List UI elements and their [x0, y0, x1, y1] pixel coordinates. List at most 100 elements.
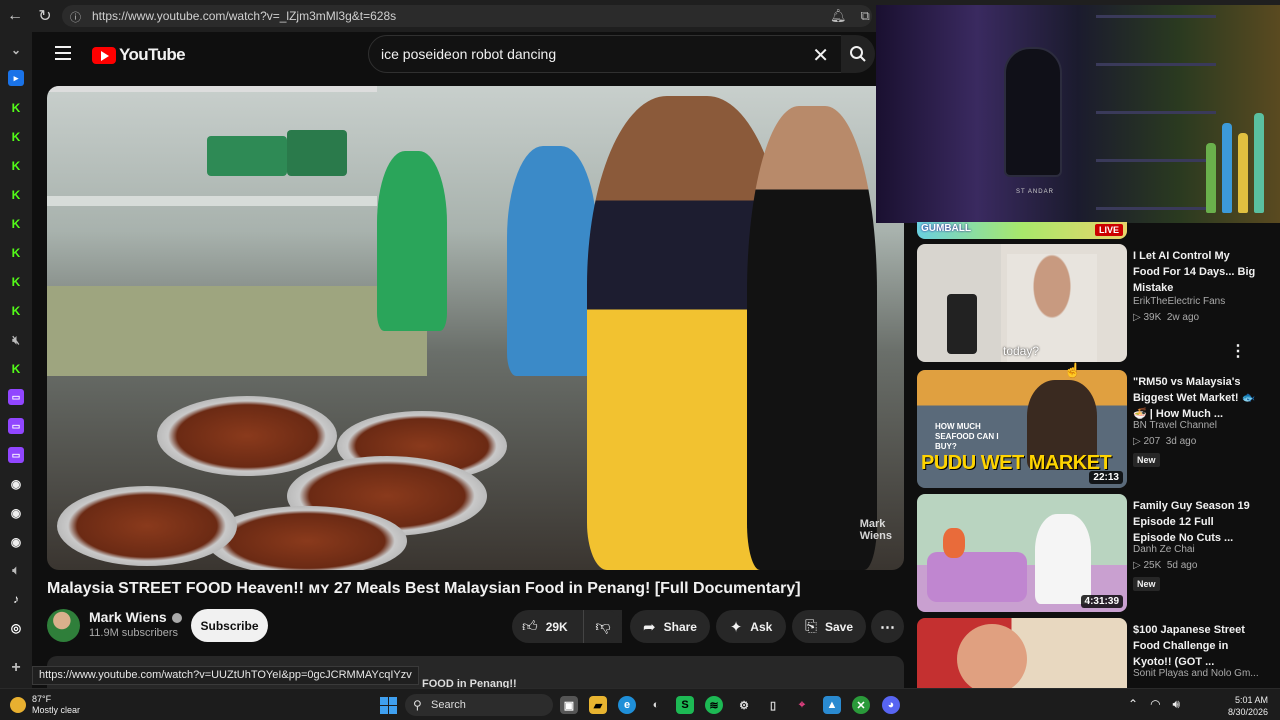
kick-icon[interactable]: K: [8, 245, 24, 261]
bell-icon[interactable]: 🔔︎: [830, 8, 847, 24]
rumble-icon[interactable]: ◉: [8, 505, 24, 521]
muted-speaker-icon[interactable]: 🔇︎: [8, 332, 24, 348]
search-input[interactable]: ice poseideon robot dancing ✕: [368, 35, 848, 73]
reload-icon[interactable]: ↻: [30, 0, 60, 32]
live-thumbnail[interactable]: GUMBALL LIVE: [917, 222, 1127, 239]
weather-widget[interactable]: 87°F Mostly clear: [10, 694, 80, 716]
edge-icon[interactable]: e: [618, 696, 636, 714]
spreadsheet-icon[interactable]: S: [676, 696, 694, 714]
mouse-cursor-icon: ☝: [1064, 362, 1082, 378]
rumble-icon[interactable]: ◉: [8, 534, 24, 550]
twitch-icon[interactable]: ▭: [8, 447, 24, 463]
recommendation-title[interactable]: $100 Japanese Street Food Challenge in K…: [1133, 622, 1259, 670]
windows-start-icon[interactable]: [380, 697, 397, 714]
video-scene: [507, 146, 597, 376]
settings-icon[interactable]: ⚙: [735, 696, 753, 714]
volume-icon[interactable]: 🔊︎: [1173, 697, 1181, 712]
thumb-scene: [947, 294, 977, 354]
recommendation-title[interactable]: Family Guy Season 19 Episode 12 Full Epi…: [1133, 498, 1259, 546]
kick-icon[interactable]: K: [8, 274, 24, 290]
taskbar-search[interactable]: ⚲ Search: [405, 694, 553, 716]
video-player[interactable]: Mark Wiens: [47, 86, 904, 570]
chrome-icon[interactable]: ◎: [8, 620, 24, 636]
recommendation-thumbnail[interactable]: today?: [917, 244, 1127, 362]
search-icon: [850, 46, 866, 62]
recommendation-title[interactable]: "RM50 vs Malaysia's Biggest Wet Market! …: [1133, 374, 1259, 422]
recommendation-item[interactable]: 4:31:39 Family Guy Season 19 Episode 12 …: [917, 494, 1277, 612]
dislike-button[interactable]: 👎︎: [583, 610, 622, 643]
extensions-icon[interactable]: ⧉: [861, 8, 870, 24]
photos-icon[interactable]: ▲: [823, 696, 841, 714]
thumb-subcaption: HOW MUCH SEAFOOD CAN I BUY?: [935, 422, 999, 451]
video-scene: [287, 130, 347, 176]
kick-icon[interactable]: K: [8, 187, 24, 203]
verified-icon: [171, 613, 182, 624]
video-scene: [57, 486, 237, 566]
clock-date: 8/30/2026: [1227, 707, 1268, 717]
video-scene: [157, 396, 337, 476]
rumble-icon[interactable]: ◉: [8, 476, 24, 492]
kick-icon[interactable]: K: [8, 158, 24, 174]
recommendation-thumbnail[interactable]: HOW MUCH SEAFOOD CAN I BUY? PUDU WET MAR…: [917, 370, 1127, 488]
chevron-down-icon[interactable]: ⌄: [8, 42, 24, 58]
discord-icon[interactable]: ◕: [882, 696, 900, 714]
tiktok-icon[interactable]: ♪: [8, 591, 24, 607]
recommendation-item[interactable]: today? I Let AI Control My Food For 14 D…: [917, 244, 1277, 362]
subscribe-button[interactable]: Subscribe: [191, 609, 268, 642]
speaker-icon[interactable]: 🔈︎: [8, 562, 24, 578]
back-icon[interactable]: ←: [0, 0, 30, 32]
recommendation-channel[interactable]: ErikTheElectric Fans: [1133, 296, 1273, 307]
menu-icon[interactable]: [55, 46, 71, 60]
obs-icon[interactable]: ◐: [647, 696, 665, 714]
upload-age: 5d ago: [1166, 560, 1198, 571]
recommendation-thumbnail[interactable]: 4:31:39: [917, 494, 1127, 612]
search-button[interactable]: [841, 35, 875, 73]
map-pin-icon[interactable]: ⌖: [793, 696, 811, 714]
recommendation-item[interactable]: HOW MUCH SEAFOOD CAN I BUY? PUDU WET MAR…: [917, 370, 1277, 488]
twitch-icon[interactable]: ▭: [8, 389, 24, 405]
screen: ← ↻ ⓘ https://www.youtube.com/watch?v=_l…: [0, 0, 1280, 720]
video-scene: [377, 151, 447, 331]
address-bar[interactable]: ⓘ https://www.youtube.com/watch?v=_lZjm3…: [62, 5, 872, 27]
xbox-icon[interactable]: ✕: [852, 696, 870, 714]
more-vert-icon[interactable]: ⋮: [1230, 341, 1246, 361]
clock[interactable]: 5:01 AM 8/30/2026: [1224, 694, 1268, 718]
add-icon[interactable]: +: [8, 659, 24, 676]
spotify-icon[interactable]: ≋: [705, 696, 723, 714]
file-explorer-icon[interactable]: ▰: [589, 696, 607, 714]
kick-icon[interactable]: K: [8, 129, 24, 145]
site-info-icon[interactable]: ⓘ: [70, 9, 84, 24]
channel-name[interactable]: Mark Wiens: [89, 609, 182, 625]
recommendation-channel[interactable]: Danh Ze Chai: [1133, 544, 1273, 555]
media-app-icon[interactable]: ▸: [8, 70, 24, 86]
save-button[interactable]: ⎘ Save: [792, 610, 866, 643]
recommendation-channel[interactable]: Sonit Playas and Nolo Gm...: [1133, 668, 1273, 679]
chevron-up-icon[interactable]: ⌃: [1128, 697, 1138, 712]
recommendation-channel[interactable]: BN Travel Channel: [1133, 420, 1273, 431]
recommendation-item[interactable]: $100 Japanese Street Food Challenge in K…: [917, 618, 1277, 688]
thumb-caption: today?: [1003, 344, 1040, 358]
share-button[interactable]: ➦ Share: [630, 610, 710, 643]
weather-icon: [10, 697, 26, 713]
kick-icon[interactable]: K: [8, 216, 24, 232]
youtube-logo[interactable]: YouTube: [92, 45, 186, 65]
document-icon[interactable]: ▯: [764, 696, 782, 714]
clear-icon[interactable]: ✕: [812, 43, 829, 68]
twitch-icon[interactable]: ▭: [8, 418, 24, 434]
new-badge: New: [1133, 453, 1160, 467]
kick-icon[interactable]: K: [8, 361, 24, 377]
recommendation-title[interactable]: I Let AI Control My Food For 14 Days... …: [1133, 248, 1259, 296]
save-label: Save: [824, 619, 854, 634]
kick-icon[interactable]: K: [8, 303, 24, 319]
ask-button[interactable]: ✦ Ask: [716, 610, 786, 643]
share-icon: ➦: [643, 618, 656, 636]
more-actions-button[interactable]: ⋯: [871, 610, 904, 643]
wifi-icon[interactable]: ◠: [1150, 697, 1160, 712]
kick-icon[interactable]: K: [8, 100, 24, 116]
task-view-icon[interactable]: ▣: [560, 696, 578, 714]
ask-label: Ask: [750, 619, 773, 634]
channel-avatar[interactable]: [47, 609, 80, 642]
thumbs-down-icon: 👎︎: [595, 617, 611, 635]
recommendation-thumbnail[interactable]: [917, 618, 1127, 688]
video-scene: [207, 506, 407, 570]
